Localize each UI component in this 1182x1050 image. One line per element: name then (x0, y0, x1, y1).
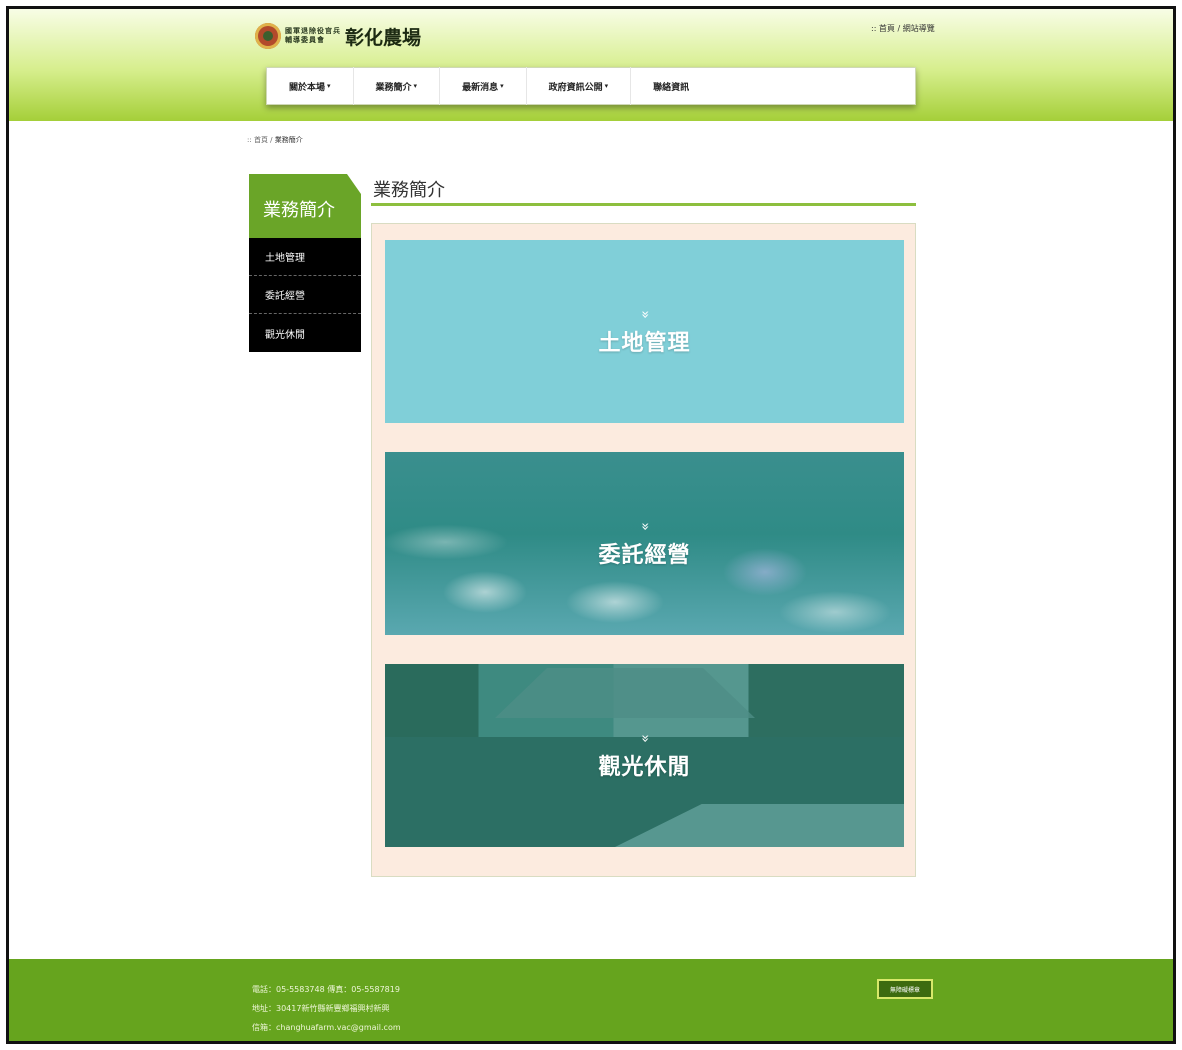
caret-down-icon: ▾ (604, 82, 609, 90)
card-commissioned-operation[interactable]: » 委託經營 (385, 452, 904, 635)
sidebar-title: 業務簡介 (263, 200, 335, 221)
page-title: 業務簡介 (373, 180, 445, 201)
footer-phone: 電話：05-5583748 傳真：05-5587819 (252, 985, 400, 994)
footer-contact-info: 電話：05-5583748 傳真：05-5587819 地址：30417新竹縣新… (252, 980, 401, 1037)
page-frame: 國軍退除役官兵 輔導委員會 彰化農場 :: 首頁 / 網站導覽 關於本場 ▾ 業… (6, 6, 1176, 1044)
sidebar-item-land[interactable]: 土地管理 (249, 238, 361, 276)
site-logo[interactable]: 國軍退除役官兵 輔導委員會 彰化農場 (255, 15, 421, 57)
breadcrumb-home[interactable]: :: 首頁 / (247, 136, 273, 144)
title-divider (371, 203, 916, 206)
emblem-icon (255, 23, 281, 49)
card-label: 觀光休閒 (598, 754, 691, 780)
breadcrumb-current: 業務簡介 (274, 136, 303, 144)
nav-label: 聯絡資訊 (653, 82, 690, 93)
card-label: 土地管理 (598, 330, 691, 356)
card-land-management[interactable]: » 土地管理 (385, 240, 904, 423)
nav-label: 關於本場 (289, 82, 326, 93)
main-nav: 關於本場 ▾ 業務簡介 ▾ 最新消息 ▾ 政府資訊公開 ▾ 聯絡資訊 (266, 67, 916, 105)
nav-label: 政府資訊公開 (548, 82, 603, 93)
content-panel: » 土地管理 » 委託經營 » 觀光休閒 (371, 223, 916, 877)
sidebar-header: 業務簡介 (249, 174, 361, 238)
nav-item-contact[interactable]: 聯絡資訊 (631, 67, 711, 105)
card-label: 委託經營 (598, 542, 691, 568)
logo-subtitle: 國軍退除役官兵 輔導委員會 (285, 27, 341, 45)
caret-down-icon: ▾ (327, 82, 331, 90)
breadcrumb: :: 首頁 / 業務簡介 (247, 135, 303, 145)
chevron-down-icon: » (636, 733, 653, 740)
logo-sub-line2: 輔導委員會 (285, 36, 325, 44)
building-roof-image (495, 668, 755, 718)
nav-item-news[interactable]: 最新消息 ▾ (440, 67, 527, 105)
logo-title: 彰化農場 (345, 26, 422, 49)
caret-down-icon: ▾ (413, 82, 418, 90)
footer-address: 地址：30417新竹縣新豐鄉福興村新興 (252, 1004, 390, 1013)
nav-item-business[interactable]: 業務簡介 ▾ (354, 67, 441, 105)
sidebar-item-commission[interactable]: 委託經營 (249, 276, 361, 314)
nav-item-about[interactable]: 關於本場 ▾ (267, 67, 354, 105)
top-links[interactable]: :: 首頁 / 網站導覽 (871, 23, 935, 34)
logo-sub-line1: 國軍退除役官兵 (285, 27, 341, 35)
sidebar-item-tourism[interactable]: 觀光休閒 (249, 314, 361, 352)
chevron-down-icon: » (636, 309, 653, 316)
chevron-down-icon: » (636, 521, 653, 528)
caret-down-icon: ▾ (500, 82, 504, 90)
nav-label: 最新消息 (462, 82, 499, 93)
site-header: 國軍退除役官兵 輔導委員會 彰化農場 :: 首頁 / 網站導覽 關於本場 ▾ 業… (9, 9, 1173, 121)
card-tourism-leisure[interactable]: » 觀光休閒 (385, 664, 904, 847)
accessibility-badge[interactable]: 無障礙標章 (877, 979, 933, 999)
pathway-image (615, 804, 904, 847)
nav-item-gov-info[interactable]: 政府資訊公開 ▾ (527, 67, 632, 105)
footer-email[interactable]: 信箱：changhuafarm.vac@gmail.com (252, 1018, 401, 1037)
sidebar-menu: 土地管理 委託經營 觀光休閒 (249, 238, 361, 352)
site-footer: 電話：05-5583748 傳真：05-5587819 地址：30417新竹縣新… (9, 959, 1173, 1041)
nav-label: 業務簡介 (375, 82, 412, 93)
top-links-text[interactable]: :: 首頁 / 網站導覽 (871, 24, 935, 33)
